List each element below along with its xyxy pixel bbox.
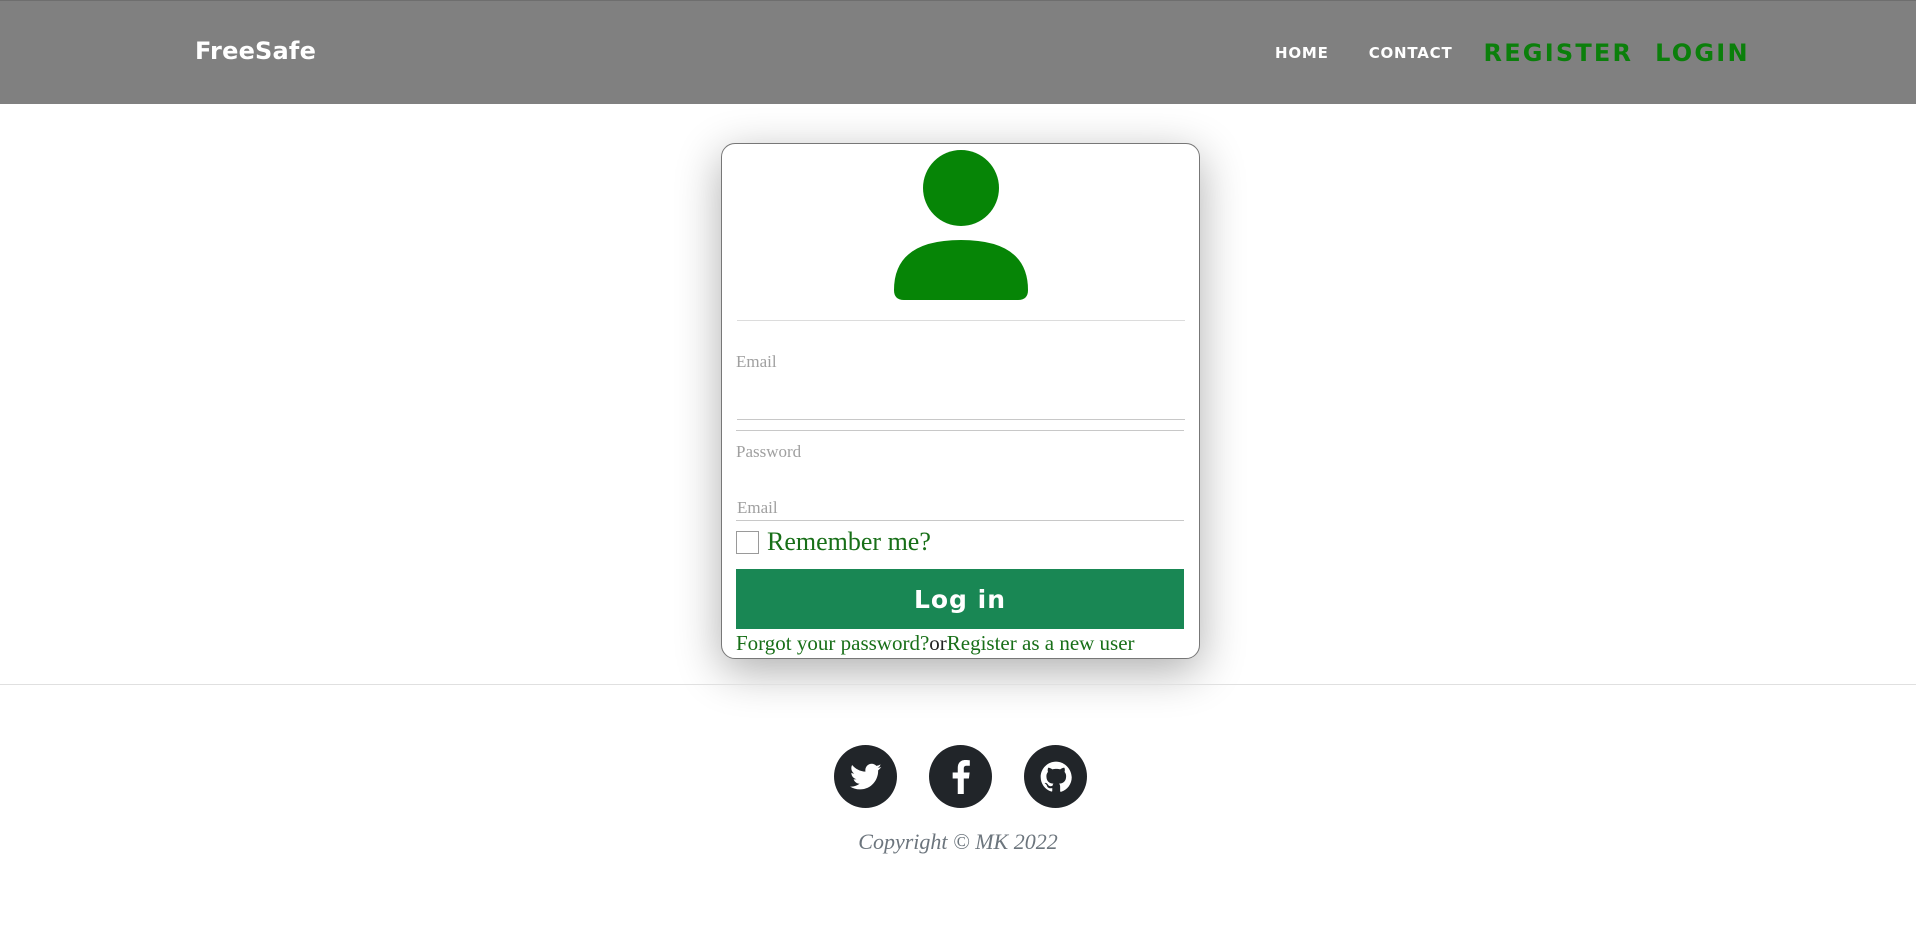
email-label: Email: [736, 352, 777, 371]
login-button[interactable]: Log in: [736, 569, 1184, 629]
facebook-icon: [952, 759, 970, 794]
github-icon: [1040, 761, 1072, 792]
password-field[interactable]: Password: [736, 434, 1188, 521]
avatar-divider: [737, 320, 1185, 321]
remember-checkbox[interactable]: [736, 530, 759, 554]
nav-login-link[interactable]: LOGIN: [1655, 39, 1750, 67]
or-text: or: [929, 631, 947, 655]
account-links: Forgot your password?orRegister as a new…: [736, 631, 1135, 656]
github-button[interactable]: [1024, 745, 1087, 808]
twitter-icon: [849, 763, 881, 789]
facebook-button[interactable]: [929, 745, 992, 808]
password-label: Password: [736, 442, 802, 461]
navbar: FreeSafe HOME CONTACT REGISTER LOGIN: [0, 0, 1916, 104]
nav-register-link[interactable]: REGISTER: [1484, 39, 1634, 67]
nav-home-link[interactable]: HOME: [1275, 44, 1329, 62]
nav-links: HOME CONTACT REGISTER LOGIN: [1275, 1, 1772, 105]
nav-contact-link[interactable]: CONTACT: [1369, 44, 1453, 62]
email-input[interactable]: [736, 380, 1188, 426]
register-new-user-link[interactable]: Register as a new user: [947, 631, 1135, 655]
forgot-password-link[interactable]: Forgot your password?: [736, 631, 929, 655]
brand-logo[interactable]: FreeSafe: [195, 37, 316, 65]
password-input[interactable]: [736, 470, 1188, 516]
user-icon: [894, 150, 1028, 300]
email-field[interactable]: Email: [736, 344, 1188, 431]
twitter-button[interactable]: [834, 745, 897, 808]
remember-label[interactable]: Remember me?: [767, 527, 931, 557]
footer-divider: [0, 684, 1916, 685]
remember-me: Remember me?: [736, 527, 931, 557]
copyright-text: Copyright © MK 2022: [858, 829, 1058, 854]
